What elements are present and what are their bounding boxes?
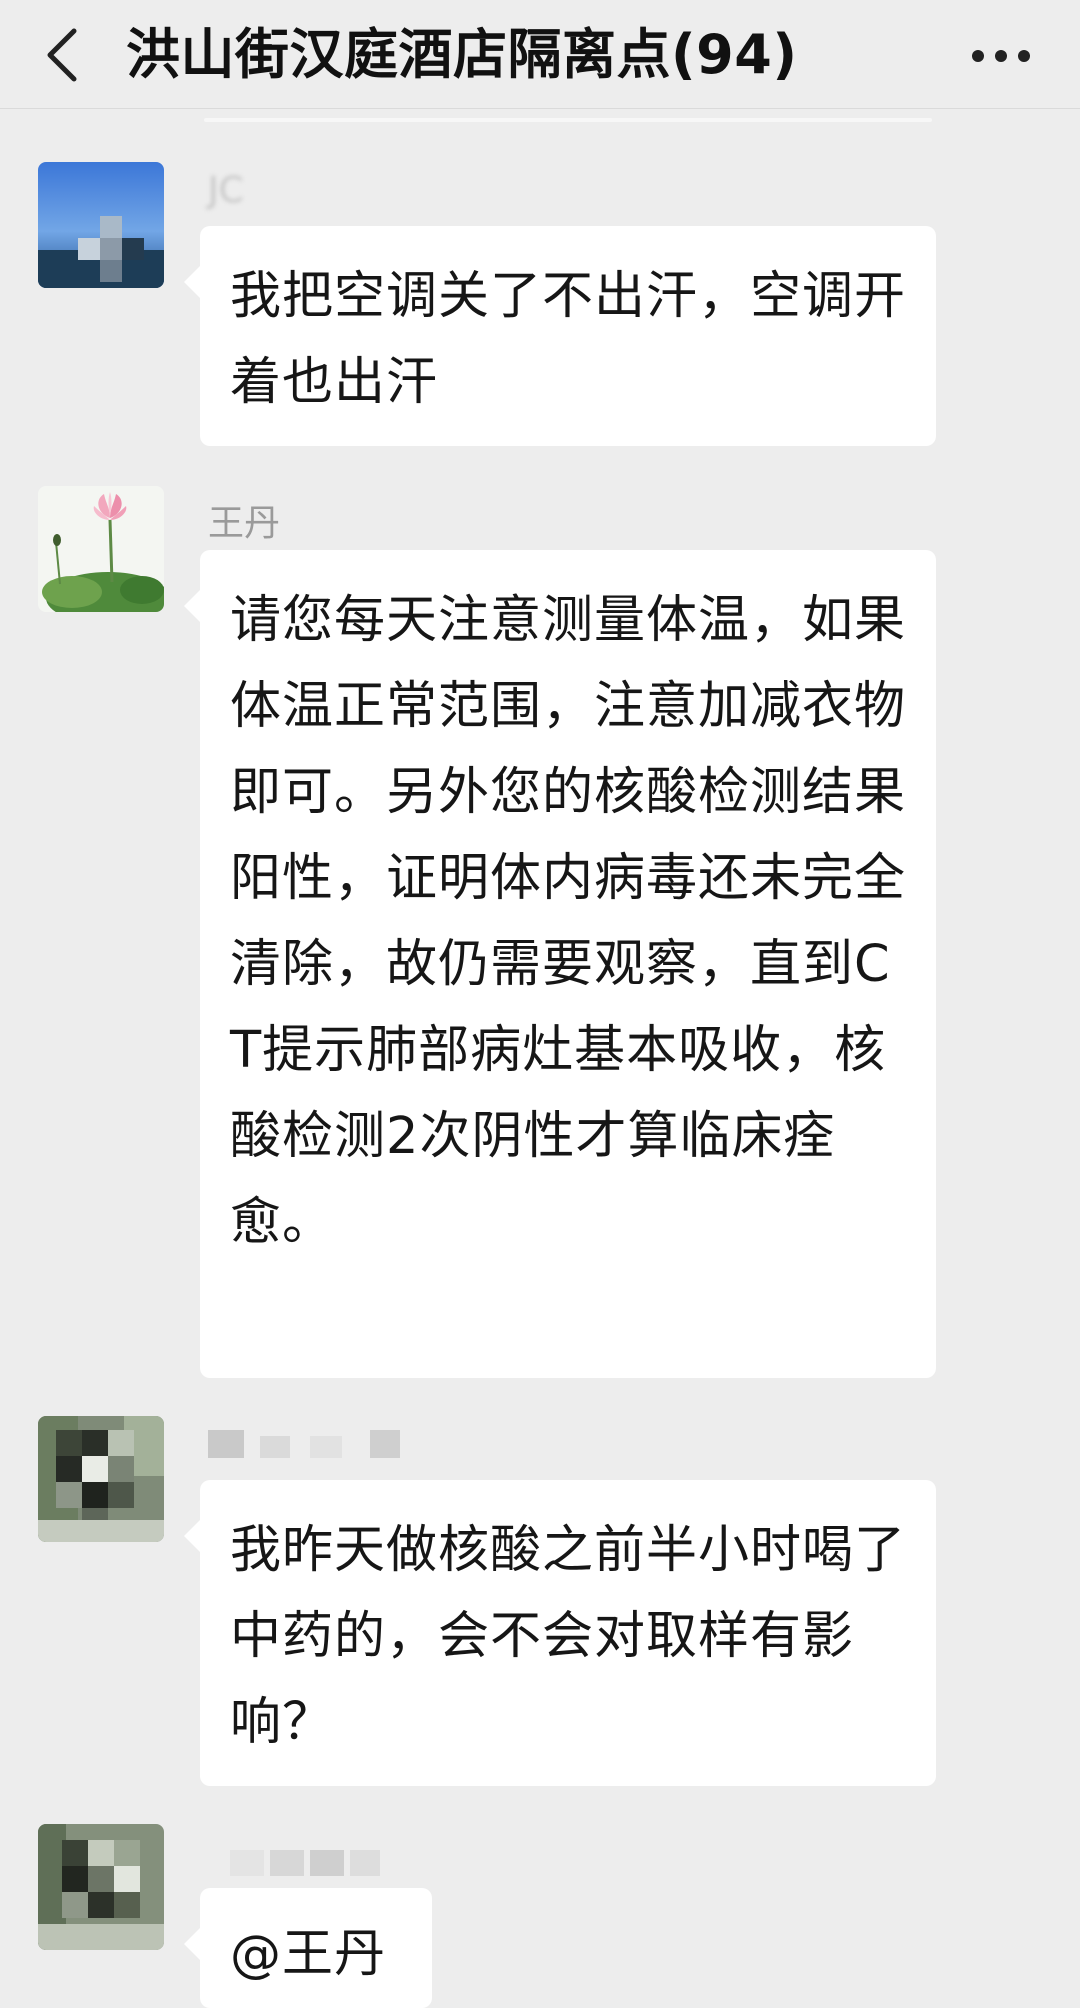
chevron-left-icon [47,28,77,82]
chat-header: 洪山街汉庭酒店隔离点(94) [0,0,1080,109]
sender-name: JC [208,170,244,211]
more-dots-icon [972,50,1030,62]
garden-avatar-image [38,1416,164,1542]
message-bubble[interactable]: 我把空调关了不出汗，空调开着也出汗 [184,226,936,446]
garden-avatar-image [38,1824,164,1950]
message-bubble[interactable]: 请您每天注意测量体温，如果体温正常范围，注意加减衣物即可。另外您的核酸检测结果阳… [184,550,936,1378]
sky-avatar-image [38,162,164,288]
avatar[interactable] [38,486,164,612]
header-divider [204,118,932,122]
blurred-name-block [208,1430,244,1458]
blurred-name-block [230,1850,264,1876]
back-button[interactable] [26,20,96,90]
message-bubble[interactable]: 我昨天做核酸之前半小时喝了中药的，会不会对取样有影响？ [184,1480,936,1786]
avatar[interactable] [38,1416,164,1542]
blurred-name-block [310,1436,342,1458]
avatar[interactable] [38,162,164,288]
blurred-name-block [270,1850,304,1876]
chat-title: 洪山街汉庭酒店隔离点(94) [126,23,798,86]
more-options-button[interactable] [956,26,1046,86]
blurred-name-block [310,1850,344,1876]
blurred-name-block [370,1430,400,1458]
blurred-name-block [260,1436,290,1458]
message-bubble[interactable]: @王丹 [184,1888,432,2008]
avatar[interactable] [38,1824,164,1950]
sender-name: 王丹 [208,503,281,544]
lotus-avatar-image [38,486,164,612]
blurred-name-block [350,1850,380,1876]
